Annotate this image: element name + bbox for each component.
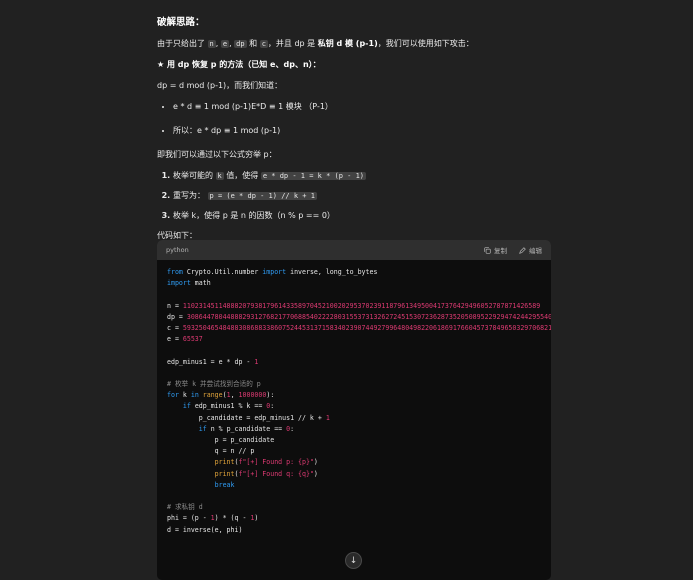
list-item: 枚举可能的 k 值，使得 e * dp - 1 = k * (p - 1) [173, 170, 551, 182]
scroll-down-button[interactable]: ↓ [345, 552, 362, 569]
code-token: edp_minus1 = e * dp - [167, 357, 255, 366]
code-token: print [214, 469, 235, 478]
code-token: e = [167, 335, 183, 344]
inline-code-e: e [220, 40, 230, 48]
code-token: f"[+] Found p: {p}" [238, 458, 314, 467]
code-token: if [182, 402, 191, 411]
inline-code-n: n [207, 40, 216, 48]
code-token: 1102314511488820793817961433589704521002… [182, 301, 541, 310]
code-token: from [167, 268, 183, 276]
method-title: ★ 用 dp 恢复 p 的方法（已知 e、dp、n）： [157, 60, 321, 69]
code-token: ) [254, 514, 259, 523]
inline-code: e * dp - 1 = k * (p - 1) [260, 172, 367, 180]
edit-icon [519, 246, 526, 254]
code-token: dp = [167, 312, 187, 321]
code-token: break [214, 480, 235, 489]
code-body: from Crypto.Util.number import inverse, … [157, 260, 551, 543]
code-token: f"[+] Found q: {q}" [238, 469, 314, 478]
code-token: n % p_candidate == [206, 424, 287, 433]
inline-code: p = (e * dp - 1) // k + 1 [207, 192, 317, 200]
copy-icon [484, 246, 491, 254]
code-token: Crypto.Util.number [182, 268, 263, 276]
intro-paragraph: 由于只给出了 n, e, dp 和 c ，并且 dp 是 私钥 d 模 (p-1)… [157, 39, 474, 48]
code-token: : [290, 424, 295, 433]
code-actions: 复制 编辑 [484, 245, 542, 255]
code-token: math [190, 279, 211, 288]
code-token: import [262, 268, 287, 276]
code-token: 1 [254, 357, 259, 366]
code-header: python 复制 编辑 [157, 240, 551, 260]
arrow-down-icon: ↓ [349, 555, 358, 566]
code-token: 5932504654848830868833860752445313715834… [182, 324, 551, 333]
copy-label: 复制 [494, 247, 507, 255]
code-token: if [198, 424, 207, 433]
step-text: 枚举 k，使得 p 是 n 的因数（n % p == 0） [173, 211, 335, 220]
intro-bold: 私钥 d 模 (p-1) [317, 39, 378, 48]
code-token: n = [167, 301, 183, 310]
intro-middle: ，并且 dp 是 [267, 39, 316, 48]
code-token: 3086447804488829312768217706885402222803… [186, 312, 551, 321]
code-token: p_candidate = edp_minus1 // k + [198, 413, 326, 422]
code-token: d = inverse(e, phi) [167, 525, 243, 534]
code-block: python 复制 编辑 from Crypto.Util.number imp… [157, 240, 551, 580]
inline-code: k [215, 172, 224, 180]
code-token: phi = (p - [167, 514, 211, 523]
code-token: 1 [325, 413, 330, 422]
code-token: range [198, 391, 223, 400]
code-token: c = [167, 324, 183, 333]
code-token: ) * (q - [214, 514, 251, 523]
code-token: ) [313, 458, 318, 467]
code-language: python [166, 246, 189, 254]
message-content: 破解思路： 由于只给出了 n, e, dp 和 c ，并且 dp 是 私钥 d 模… [157, 14, 551, 251]
code-token: ) [313, 469, 318, 478]
code-token: 65537 [182, 335, 203, 344]
copy-button[interactable]: 复制 [484, 245, 507, 255]
code-comment: # 枚举 k 并尝试找到合适的 p [167, 380, 261, 389]
code-token: 1000000 [238, 391, 267, 400]
intro-text: 由于只给出了 [157, 39, 205, 48]
edit-label: 编辑 [529, 247, 542, 255]
list-item: e * d ≡ 1 mod (p-1)E*D ≡ 1 模块 （P-1） [173, 101, 551, 113]
inline-code-c: c [259, 40, 268, 48]
list-item: 重写为： p = (e * dp - 1) // k + 1 [173, 190, 551, 202]
code-token: import [167, 279, 191, 288]
code-token: , [230, 391, 239, 400]
list-item: 枚举 k，使得 p 是 n 的因数（n % p == 0） [173, 210, 551, 222]
step-text: 重写为： [173, 191, 205, 200]
bullet-list: e * d ≡ 1 mod (p-1)E*D ≡ 1 模块 （P-1） 所以：e… [157, 101, 551, 137]
code-token: inverse, long_to_bytes [286, 268, 378, 276]
code-token: q = n // p [214, 447, 255, 456]
inline-code-dp: dp [234, 40, 247, 48]
steps-list: 枚举可能的 k 值，使得 e * dp - 1 = k * (p - 1) 重写… [157, 170, 551, 222]
code-token: ): [266, 391, 275, 400]
step-text: 枚举可能的 [173, 171, 213, 180]
enumerate-intro: 即我们可以通过以下公式穷举 p： [157, 150, 277, 159]
code-token: print [214, 458, 235, 467]
edit-button[interactable]: 编辑 [519, 245, 542, 255]
code-token: for [167, 391, 179, 400]
code-token: : [270, 402, 275, 411]
code-token: k [178, 391, 191, 400]
step-text: 值，使得 [226, 171, 259, 180]
code-token: in [190, 391, 199, 400]
dp-definition: dp = d mod (p-1)，而我们知道： [157, 81, 283, 90]
list-item: 所以：e * dp ≡ 1 mod (p-1) [173, 125, 551, 137]
intro-suffix: ，我们可以使用如下攻击： [377, 39, 474, 48]
code-token: p = p_candidate [214, 436, 275, 445]
code-token: edp_minus1 % k == [190, 402, 267, 411]
intro-and: 和 [249, 39, 258, 48]
section-heading: 破解思路： [157, 17, 205, 28]
code-comment: # 求私钥 d [167, 503, 203, 512]
